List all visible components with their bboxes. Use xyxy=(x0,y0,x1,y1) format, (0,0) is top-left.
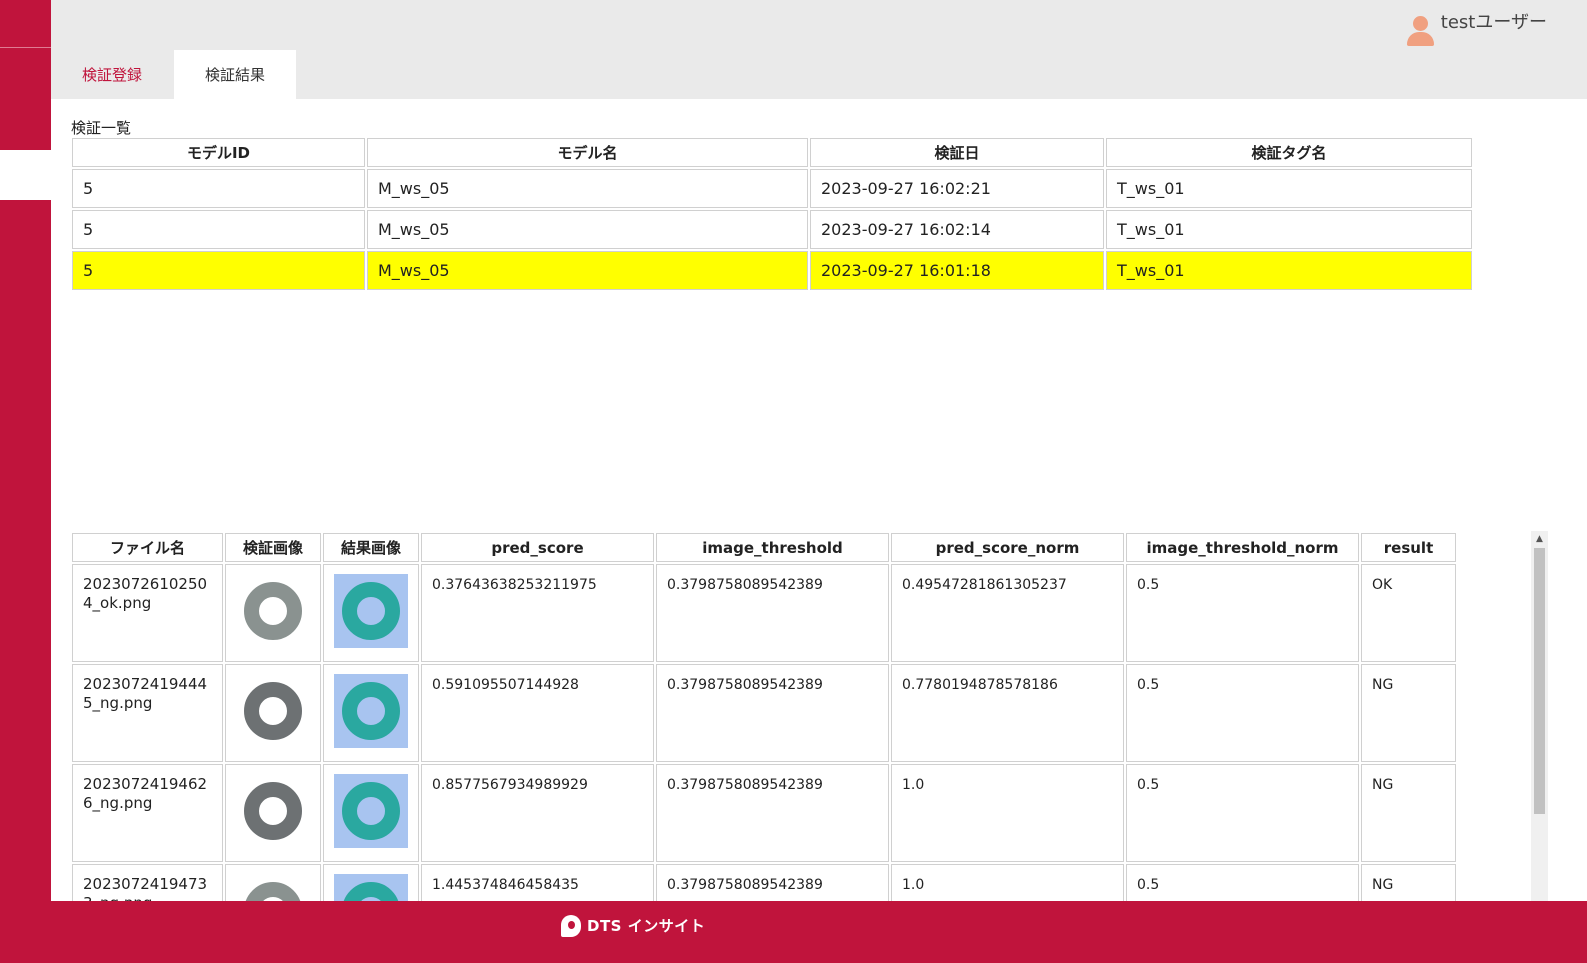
column-header-file-name: ファイル名 xyxy=(72,533,223,562)
cell-pred-score-norm: 0.7780194878578186 xyxy=(891,664,1124,762)
cell-image-threshold: 0.3798758089542389 xyxy=(656,564,889,662)
cell-file-name: 20230724194733_ng.png xyxy=(72,864,223,901)
table-row-selected[interactable]: 5 M_ws_05 2023-09-27 16:01:18 T_ws_01 xyxy=(72,251,1472,290)
sidebar-divider xyxy=(0,47,51,48)
column-header-pred-score: pred_score xyxy=(421,533,654,562)
cell-file-name: 20230724194445_ng.png xyxy=(72,664,223,762)
cell-tag: T_ws_01 xyxy=(1106,251,1472,290)
cell-date: 2023-09-27 16:01:18 xyxy=(810,251,1104,290)
cell-image-threshold-norm: 0.5 xyxy=(1126,564,1359,662)
column-header-image-threshold: image_threshold xyxy=(656,533,889,562)
cell-pred-score: 0.8577567934989929 xyxy=(421,764,654,862)
column-header-verification-image: 検証画像 xyxy=(225,533,321,562)
column-header-model-id[interactable]: モデルID xyxy=(72,138,365,167)
table-row: 20230724194733_ng.png 1.445374846458435 … xyxy=(72,864,1456,901)
washer-image xyxy=(244,882,302,901)
table-row: 20230726102504_ok.png 0.3764363825321197… xyxy=(72,564,1456,662)
scroll-up-arrow-icon[interactable]: ▲ xyxy=(1531,531,1548,547)
cell-date: 2023-09-27 16:02:14 xyxy=(810,210,1104,249)
heatmap-image xyxy=(334,874,408,901)
scroll-thumb[interactable] xyxy=(1534,548,1545,814)
cell-image-threshold: 0.3798758089542389 xyxy=(656,864,889,901)
cell-result: OK xyxy=(1361,564,1456,662)
cell-verification-image xyxy=(225,564,321,662)
cell-image-threshold-norm: 0.5 xyxy=(1126,864,1359,901)
cell-result: NG xyxy=(1361,764,1456,862)
column-header-result: result xyxy=(1361,533,1456,562)
table-row[interactable]: 5 M_ws_05 2023-09-27 16:02:21 T_ws_01 xyxy=(72,169,1472,208)
table-row: 20230724194445_ng.png 0.591095507144928 … xyxy=(72,664,1456,762)
cell-result: NG xyxy=(1361,664,1456,762)
cell-file-name: 20230724194626_ng.png xyxy=(72,764,223,862)
verification-list-label: 検証一覧 xyxy=(71,119,132,137)
dts-logo-icon xyxy=(561,913,581,937)
logo-text: DTS インサイト xyxy=(587,916,706,935)
cell-result: NG xyxy=(1361,864,1456,901)
column-header-image-threshold-norm: image_threshold_norm xyxy=(1126,533,1359,562)
cell-image-threshold-norm: 0.5 xyxy=(1126,764,1359,862)
column-header-pred-score-norm: pred_score_norm xyxy=(891,533,1124,562)
cell-date: 2023-09-27 16:02:21 xyxy=(810,169,1104,208)
column-header-tag[interactable]: 検証タグ名 xyxy=(1106,138,1472,167)
heatmap-image xyxy=(334,774,408,848)
table-row: 20230724194626_ng.png 0.8577567934989929… xyxy=(72,764,1456,862)
user-icon xyxy=(1405,16,1435,52)
cell-tag: T_ws_01 xyxy=(1106,210,1472,249)
results-scrollbar[interactable]: ▲ xyxy=(1531,531,1548,901)
washer-image xyxy=(244,682,302,740)
sidebar-active-slot[interactable] xyxy=(0,150,51,200)
washer-image xyxy=(244,782,302,840)
cell-result-image xyxy=(323,664,419,762)
heatmap-image xyxy=(334,674,408,748)
cell-image-threshold-norm: 0.5 xyxy=(1126,664,1359,762)
cell-model-name: M_ws_05 xyxy=(367,169,808,208)
table-row[interactable]: 5 M_ws_05 2023-09-27 16:02:14 T_ws_01 xyxy=(72,210,1472,249)
cell-pred-score: 0.591095507144928 xyxy=(421,664,654,762)
washer-image xyxy=(244,582,302,640)
cell-pred-score-norm: 1.0 xyxy=(891,764,1124,862)
tab-label: 検証結果 xyxy=(204,66,265,84)
cell-file-name: 20230726102504_ok.png xyxy=(72,564,223,662)
cell-pred-score-norm: 0.49547281861305237 xyxy=(891,564,1124,662)
left-sidebar xyxy=(0,0,51,963)
cell-model-name: M_ws_05 xyxy=(367,210,808,249)
cell-verification-image xyxy=(225,864,321,901)
column-header-result-image: 結果画像 xyxy=(323,533,419,562)
cell-image-threshold: 0.3798758089542389 xyxy=(656,664,889,762)
tab-verification-results[interactable]: 検証結果 xyxy=(174,50,296,99)
column-header-date[interactable]: 検証日 xyxy=(810,138,1104,167)
cell-image-threshold: 0.3798758089542389 xyxy=(656,764,889,862)
cell-pred-score-norm: 1.0 xyxy=(891,864,1124,901)
header: 検証登録 検証結果 testユーザー xyxy=(51,0,1587,99)
cell-result-image xyxy=(323,564,419,662)
user-name: testユーザー xyxy=(1440,12,1547,33)
cell-model-name: M_ws_05 xyxy=(367,251,808,290)
tab-verification-register[interactable]: 検証登録 xyxy=(51,50,173,99)
tab-label: 検証登録 xyxy=(81,66,142,84)
cell-model-id: 5 xyxy=(72,169,365,208)
cell-result-image xyxy=(323,864,419,901)
results-table: ファイル名 検証画像 結果画像 pred_score image_thresho… xyxy=(70,531,1458,901)
cell-verification-image xyxy=(225,664,321,762)
column-header-model-name[interactable]: モデル名 xyxy=(367,138,808,167)
cell-tag: T_ws_01 xyxy=(1106,169,1472,208)
cell-verification-image xyxy=(225,764,321,862)
cell-model-id: 5 xyxy=(72,210,365,249)
cell-model-id: 5 xyxy=(72,251,365,290)
dts-logo: DTS インサイト xyxy=(561,913,705,937)
results-scroll-area[interactable]: ファイル名 検証画像 結果画像 pred_score image_thresho… xyxy=(70,531,1550,901)
cell-result-image xyxy=(323,764,419,862)
footer: DTS インサイト xyxy=(51,901,1587,963)
verification-list-table: モデルID モデル名 検証日 検証タグ名 5 M_ws_05 2023-09-2… xyxy=(70,136,1474,292)
cell-pred-score: 1.445374846458435 xyxy=(421,864,654,901)
cell-pred-score: 0.37643638253211975 xyxy=(421,564,654,662)
heatmap-image xyxy=(334,574,408,648)
user-menu[interactable]: testユーザー xyxy=(1405,8,1547,52)
